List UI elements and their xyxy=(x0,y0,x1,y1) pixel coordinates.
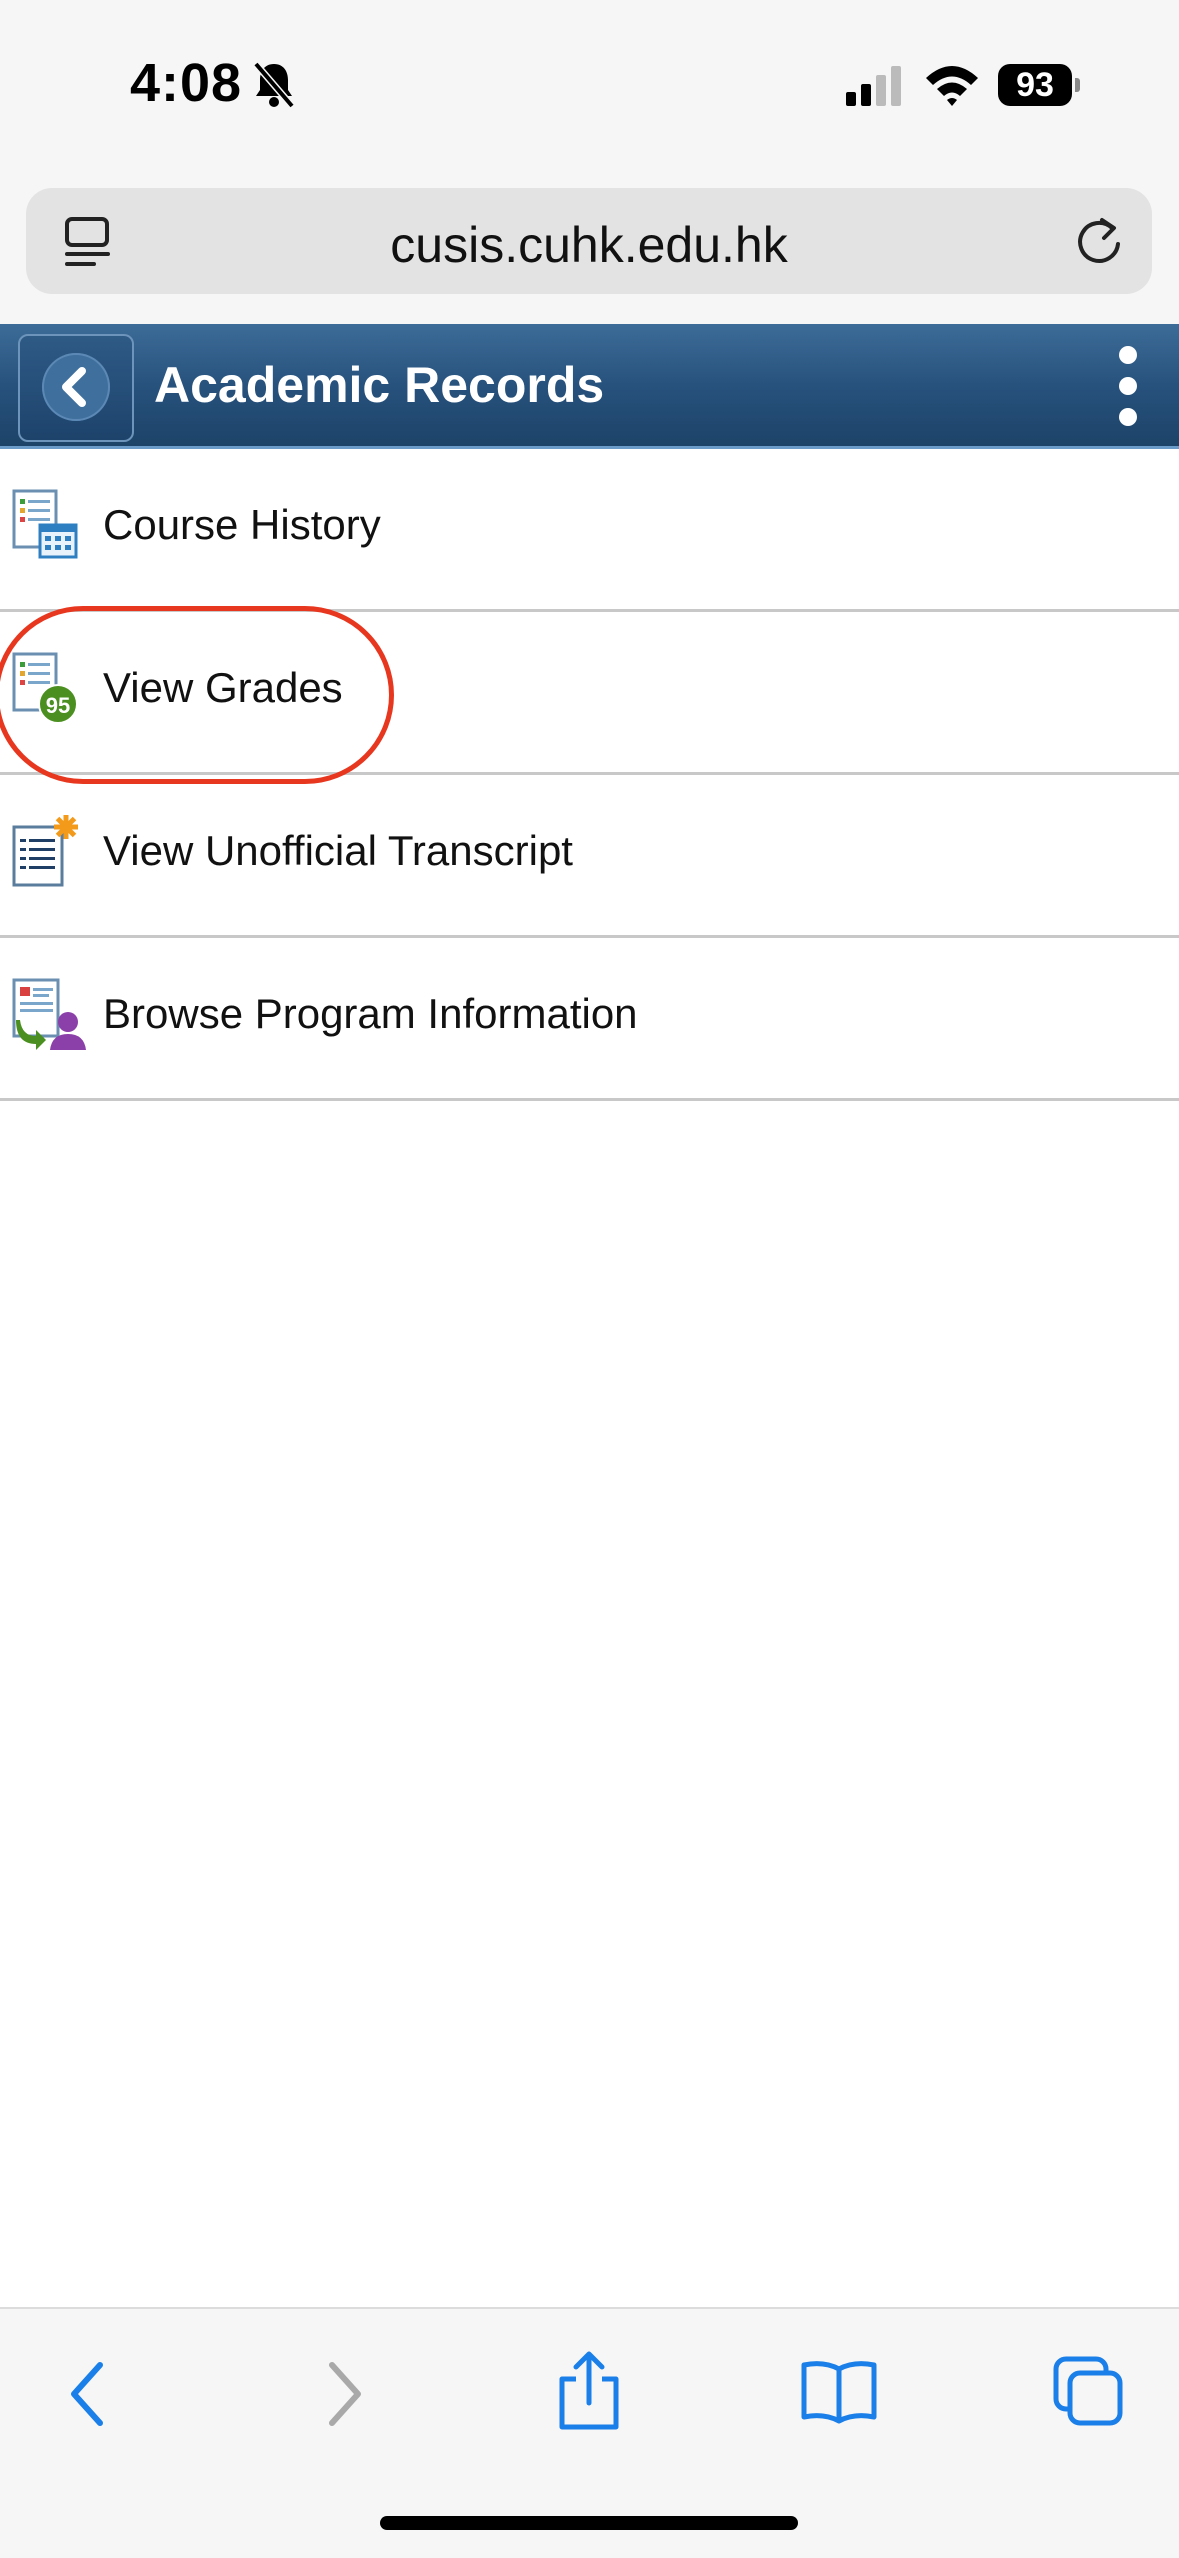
share-icon[interactable] xyxy=(554,2349,624,2433)
reload-icon[interactable] xyxy=(1072,212,1126,268)
more-options-icon[interactable] xyxy=(1119,346,1139,426)
status-bar: 4:08 93 xyxy=(0,0,1179,170)
transcript-icon xyxy=(12,815,78,887)
menu-item-label: View Unofficial Transcript xyxy=(103,827,573,874)
forward-arrow-icon[interactable] xyxy=(322,2359,366,2429)
status-time: 4:08 xyxy=(130,53,243,113)
menu-item-program-information[interactable]: Browse Program Information xyxy=(0,938,1179,1101)
menu-item-unofficial-transcript[interactable]: View Unofficial Transcript xyxy=(0,775,1179,938)
page-title: Academic Records xyxy=(154,357,605,413)
back-button[interactable] xyxy=(18,334,134,442)
app-header: Academic Records xyxy=(0,324,1179,449)
highlight-annotation xyxy=(0,606,394,784)
battery-tip xyxy=(1075,78,1080,92)
program-info-icon xyxy=(12,978,86,1050)
url-text[interactable]: cusis.cuhk.edu.hk xyxy=(26,216,1152,274)
menu-item-course-history[interactable]: Course History xyxy=(0,449,1179,612)
bookmarks-icon[interactable] xyxy=(800,2359,878,2425)
bell-muted-icon xyxy=(253,61,295,109)
menu-list: Course History 95 View Grades View Unoff… xyxy=(0,449,1179,2307)
battery-indicator: 93 xyxy=(998,64,1072,106)
home-indicator xyxy=(380,2516,798,2530)
wifi-icon xyxy=(926,66,978,106)
tabs-overview-icon[interactable] xyxy=(1052,2355,1124,2427)
course-history-icon xyxy=(12,489,78,559)
chevron-left-icon xyxy=(62,367,86,407)
cellular-signal-icon xyxy=(846,66,901,106)
back-circle xyxy=(42,353,110,421)
menu-item-label: Browse Program Information xyxy=(103,990,638,1037)
address-bar[interactable]: cusis.cuhk.edu.hk xyxy=(26,188,1152,294)
menu-item-label: Course History xyxy=(103,501,381,548)
back-arrow-icon[interactable] xyxy=(66,2359,110,2429)
